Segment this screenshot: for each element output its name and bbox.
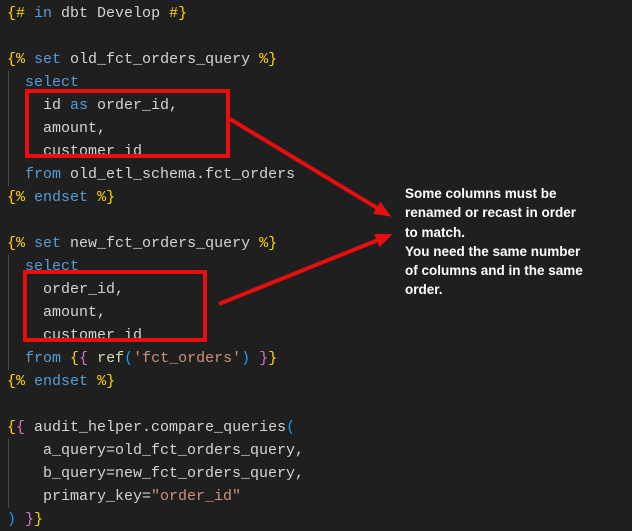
indent-guide bbox=[8, 439, 9, 508]
code-line: primary_key="order_id" bbox=[7, 485, 304, 508]
code-line: a_query=old_fct_orders_query, bbox=[7, 439, 304, 462]
annotation-line: Some columns must be bbox=[405, 184, 631, 203]
annotation-note: Some columns must be renamed or recast i… bbox=[405, 184, 631, 300]
annotation-line: You need the same number bbox=[405, 242, 631, 261]
annotation-line: to match. bbox=[405, 223, 631, 242]
code-line: {% endset %} bbox=[7, 370, 304, 393]
annotation-box-old-columns bbox=[25, 89, 230, 158]
code-line bbox=[7, 25, 304, 48]
code-line: {# in dbt Develop #} bbox=[7, 2, 304, 25]
code-line: b_query=new_fct_orders_query, bbox=[7, 462, 304, 485]
annotation-line: order. bbox=[405, 280, 631, 299]
code-line: {% set old_fct_orders_query %} bbox=[7, 48, 304, 71]
code-editor[interactable]: {# in dbt Develop #} {% set old_fct_orde… bbox=[7, 2, 304, 531]
indent-guide bbox=[8, 255, 9, 370]
code-line: {% set new_fct_orders_query %} bbox=[7, 232, 304, 255]
indent-guide bbox=[8, 71, 9, 186]
code-line: {% endset %} bbox=[7, 186, 304, 209]
code-line: {{ audit_helper.compare_queries( bbox=[7, 416, 304, 439]
code-line: from {{ ref('fct_orders') }} bbox=[7, 347, 304, 370]
code-line bbox=[7, 209, 304, 232]
code-line: ) }} bbox=[7, 508, 304, 531]
code-line bbox=[7, 393, 304, 416]
annotation-box-new-columns bbox=[23, 270, 207, 342]
annotation-line: of columns and in the same bbox=[405, 261, 631, 280]
annotation-line: renamed or recast in order bbox=[405, 203, 631, 222]
code-line: from old_etl_schema.fct_orders bbox=[7, 163, 304, 186]
